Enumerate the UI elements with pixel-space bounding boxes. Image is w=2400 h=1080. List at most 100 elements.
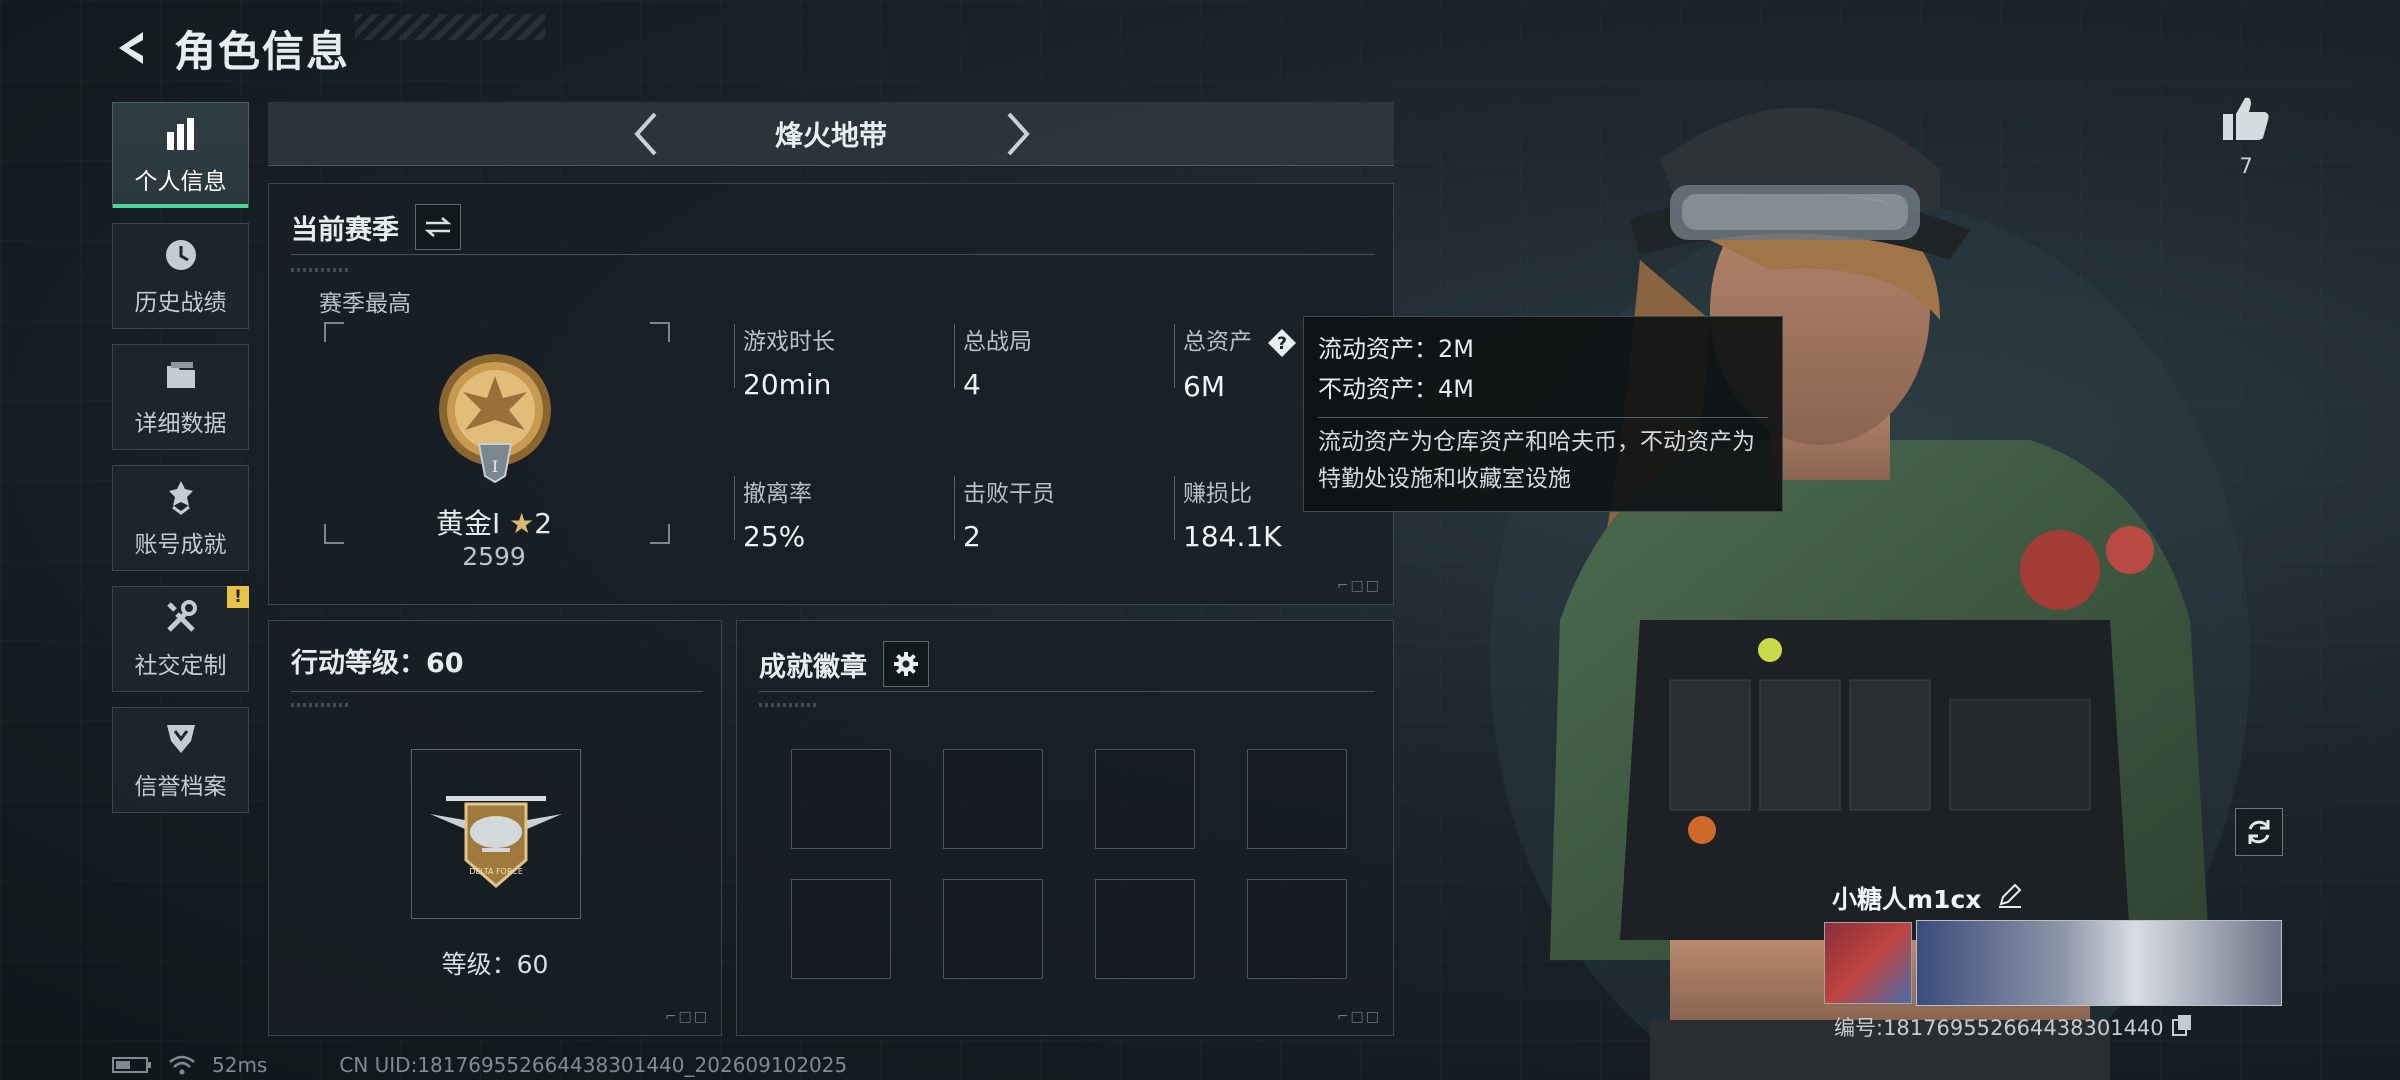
season-best-label: 赛季最高 xyxy=(319,291,411,317)
sidebar-item-label: 个人信息 xyxy=(134,169,227,195)
achievement-title-row: 成就徽章 xyxy=(759,641,929,687)
like-button[interactable]: 7 xyxy=(2216,94,2276,178)
sidebar-item-label: 详细数据 xyxy=(134,411,227,437)
mode-next-button[interactable] xyxy=(996,112,1040,156)
tools-icon xyxy=(161,598,201,638)
stat-label: 游戏时长 xyxy=(743,329,835,355)
name-card[interactable] xyxy=(1916,920,2282,1006)
achievement-slot[interactable] xyxy=(1095,749,1195,849)
sidebar-item-details[interactable]: 详细数据 xyxy=(112,344,249,450)
level-badge-frame: DELTA FORCE xyxy=(411,749,581,919)
rotate-icon xyxy=(2248,820,2270,844)
divider xyxy=(291,691,703,692)
title-decoration xyxy=(355,14,545,40)
bar-chart-icon xyxy=(161,114,201,154)
like-count: 7 xyxy=(2239,154,2253,178)
battery-icon xyxy=(112,1057,151,1073)
stat-label-text: 总资产 xyxy=(1183,329,1252,355)
season-title-row: 当前赛季 xyxy=(291,204,461,250)
sidebar-item-credit[interactable]: 信誉档案 xyxy=(112,707,249,813)
sidebar-item-label: 信誉档案 xyxy=(134,774,227,800)
rank-name-row: 黄金I ★2 xyxy=(269,502,719,542)
folder-icon xyxy=(161,356,201,396)
pencil-icon xyxy=(1999,883,2022,908)
corner-decoration: ⌐□□ xyxy=(1336,578,1381,594)
achievement-slot[interactable] xyxy=(791,879,891,979)
stat-separator xyxy=(1174,324,1175,388)
divider-dots xyxy=(291,268,351,272)
assets-tooltip: 流动资产：2M 不动资产：4M 流动资产为仓库资产和哈夫币，不动资产为特勤处设施… xyxy=(1303,316,1783,512)
thumbs-up-icon xyxy=(2223,97,2269,140)
tooltip-fixed-assets: 不动资产：4M xyxy=(1318,375,1474,403)
wifi-icon xyxy=(169,1055,195,1075)
gear-icon xyxy=(894,652,918,676)
achievement-slot[interactable] xyxy=(943,879,1043,979)
rank-score: 2599 xyxy=(462,542,526,571)
player-name-row: 小糖人m1cx xyxy=(1832,880,2023,916)
season-panel: 当前赛季 赛季最高 I 黄金I ★2 2599 游戏时长 20min 总战局 4 xyxy=(268,183,1394,605)
divider xyxy=(1318,417,1768,418)
achievement-panel: 成就徽章 ⌐□□ xyxy=(736,620,1394,1036)
notice-badge: ! xyxy=(227,586,249,608)
stat-separator xyxy=(734,324,735,388)
achievement-title: 成就徽章 xyxy=(759,651,867,683)
player-name: 小糖人m1cx xyxy=(1832,885,1982,914)
mode-title: 烽火地带 xyxy=(774,118,887,152)
sidebar: 个人信息 历史战绩 详细数据 账号成就 ! 社交定制 信誉档案 xyxy=(112,102,249,828)
stat-label: 总战局 xyxy=(963,329,1032,355)
sidebar-item-personal-info[interactable]: 个人信息 xyxy=(112,102,249,208)
svg-text:DELTA FORCE: DELTA FORCE xyxy=(469,867,523,876)
sidebar-item-label: 账号成就 xyxy=(134,532,227,558)
stat-value: 25% xyxy=(743,520,806,553)
stat-label: 撤离率 xyxy=(743,481,812,507)
avatar[interactable] xyxy=(1824,922,1912,1004)
achievement-slot[interactable] xyxy=(1095,879,1195,979)
rank-name: 黄金I xyxy=(435,507,501,540)
medal-icon xyxy=(161,477,201,517)
shield-icon xyxy=(161,719,201,759)
level-panel: 行动等级：60 DELTA FORCE 等级：60 ⌐□□ xyxy=(268,620,722,1036)
tooltip-description: 流动资产为仓库资产和哈夫币，不动资产为特勤处设施和收藏室设施 xyxy=(1318,429,1755,492)
page-header: 角色信息 xyxy=(112,22,350,76)
status-bar: 52ms CN UID:1817695526644383014​40_20260… xyxy=(112,1052,847,1078)
helicopter-badge-icon: DELTA FORCE xyxy=(430,796,562,888)
star-icon: ★ xyxy=(509,507,535,540)
achievement-slot[interactable] xyxy=(943,749,1043,849)
mode-prev-button[interactable] xyxy=(624,112,668,156)
stat-extract-rate: 撤离率 25% xyxy=(743,474,943,553)
tooltip-liquid-assets: 流动资产：2M xyxy=(1318,335,1474,363)
page-title: 角色信息 xyxy=(174,26,351,76)
uid-text: CN UID:1817695526644383014​40_2026091020… xyxy=(339,1053,848,1077)
stat-total-matches: 总战局 4 xyxy=(963,322,1163,401)
sidebar-item-social[interactable]: ! 社交定制 xyxy=(112,586,249,692)
rank-stars: 2 xyxy=(534,507,553,540)
chevron-right-icon xyxy=(1007,112,1030,156)
copy-id-button[interactable] xyxy=(2171,1014,2192,1041)
achievement-slot[interactable] xyxy=(1247,749,1347,849)
help-icon[interactable]: ? xyxy=(1267,328,1297,358)
achievement-slot[interactable] xyxy=(1247,879,1347,979)
corner-decoration: ⌐□□ xyxy=(664,1009,709,1025)
divider xyxy=(759,691,1375,692)
stat-value: 4 xyxy=(963,368,981,401)
sidebar-item-achievements[interactable]: 账号成就 xyxy=(112,465,249,571)
stat-label: 击败干员 xyxy=(963,481,1055,507)
switch-season-button[interactable] xyxy=(415,204,461,250)
swap-icon xyxy=(424,217,452,237)
stat-playtime: 游戏时长 20min xyxy=(743,322,943,401)
edit-name-button[interactable] xyxy=(1997,882,2023,914)
stat-value: 2 xyxy=(963,520,981,553)
stat-value: 20min xyxy=(743,368,832,401)
achievement-settings-button[interactable] xyxy=(883,641,929,687)
back-button[interactable] xyxy=(112,27,154,69)
gold-rank-badge-icon: I xyxy=(439,354,551,484)
stat-separator xyxy=(734,476,735,540)
level-text: 等级：60 xyxy=(441,950,549,979)
stat-kills: 击败干员 2 xyxy=(963,474,1163,553)
level-title: 行动等级：60 xyxy=(291,648,464,679)
sidebar-item-history[interactable]: 历史战绩 xyxy=(112,223,249,329)
sidebar-item-label: 社交定制 xyxy=(134,653,227,679)
stat-separator xyxy=(1174,476,1175,540)
rotate-model-button[interactable] xyxy=(2235,808,2283,856)
achievement-slot[interactable] xyxy=(791,749,891,849)
